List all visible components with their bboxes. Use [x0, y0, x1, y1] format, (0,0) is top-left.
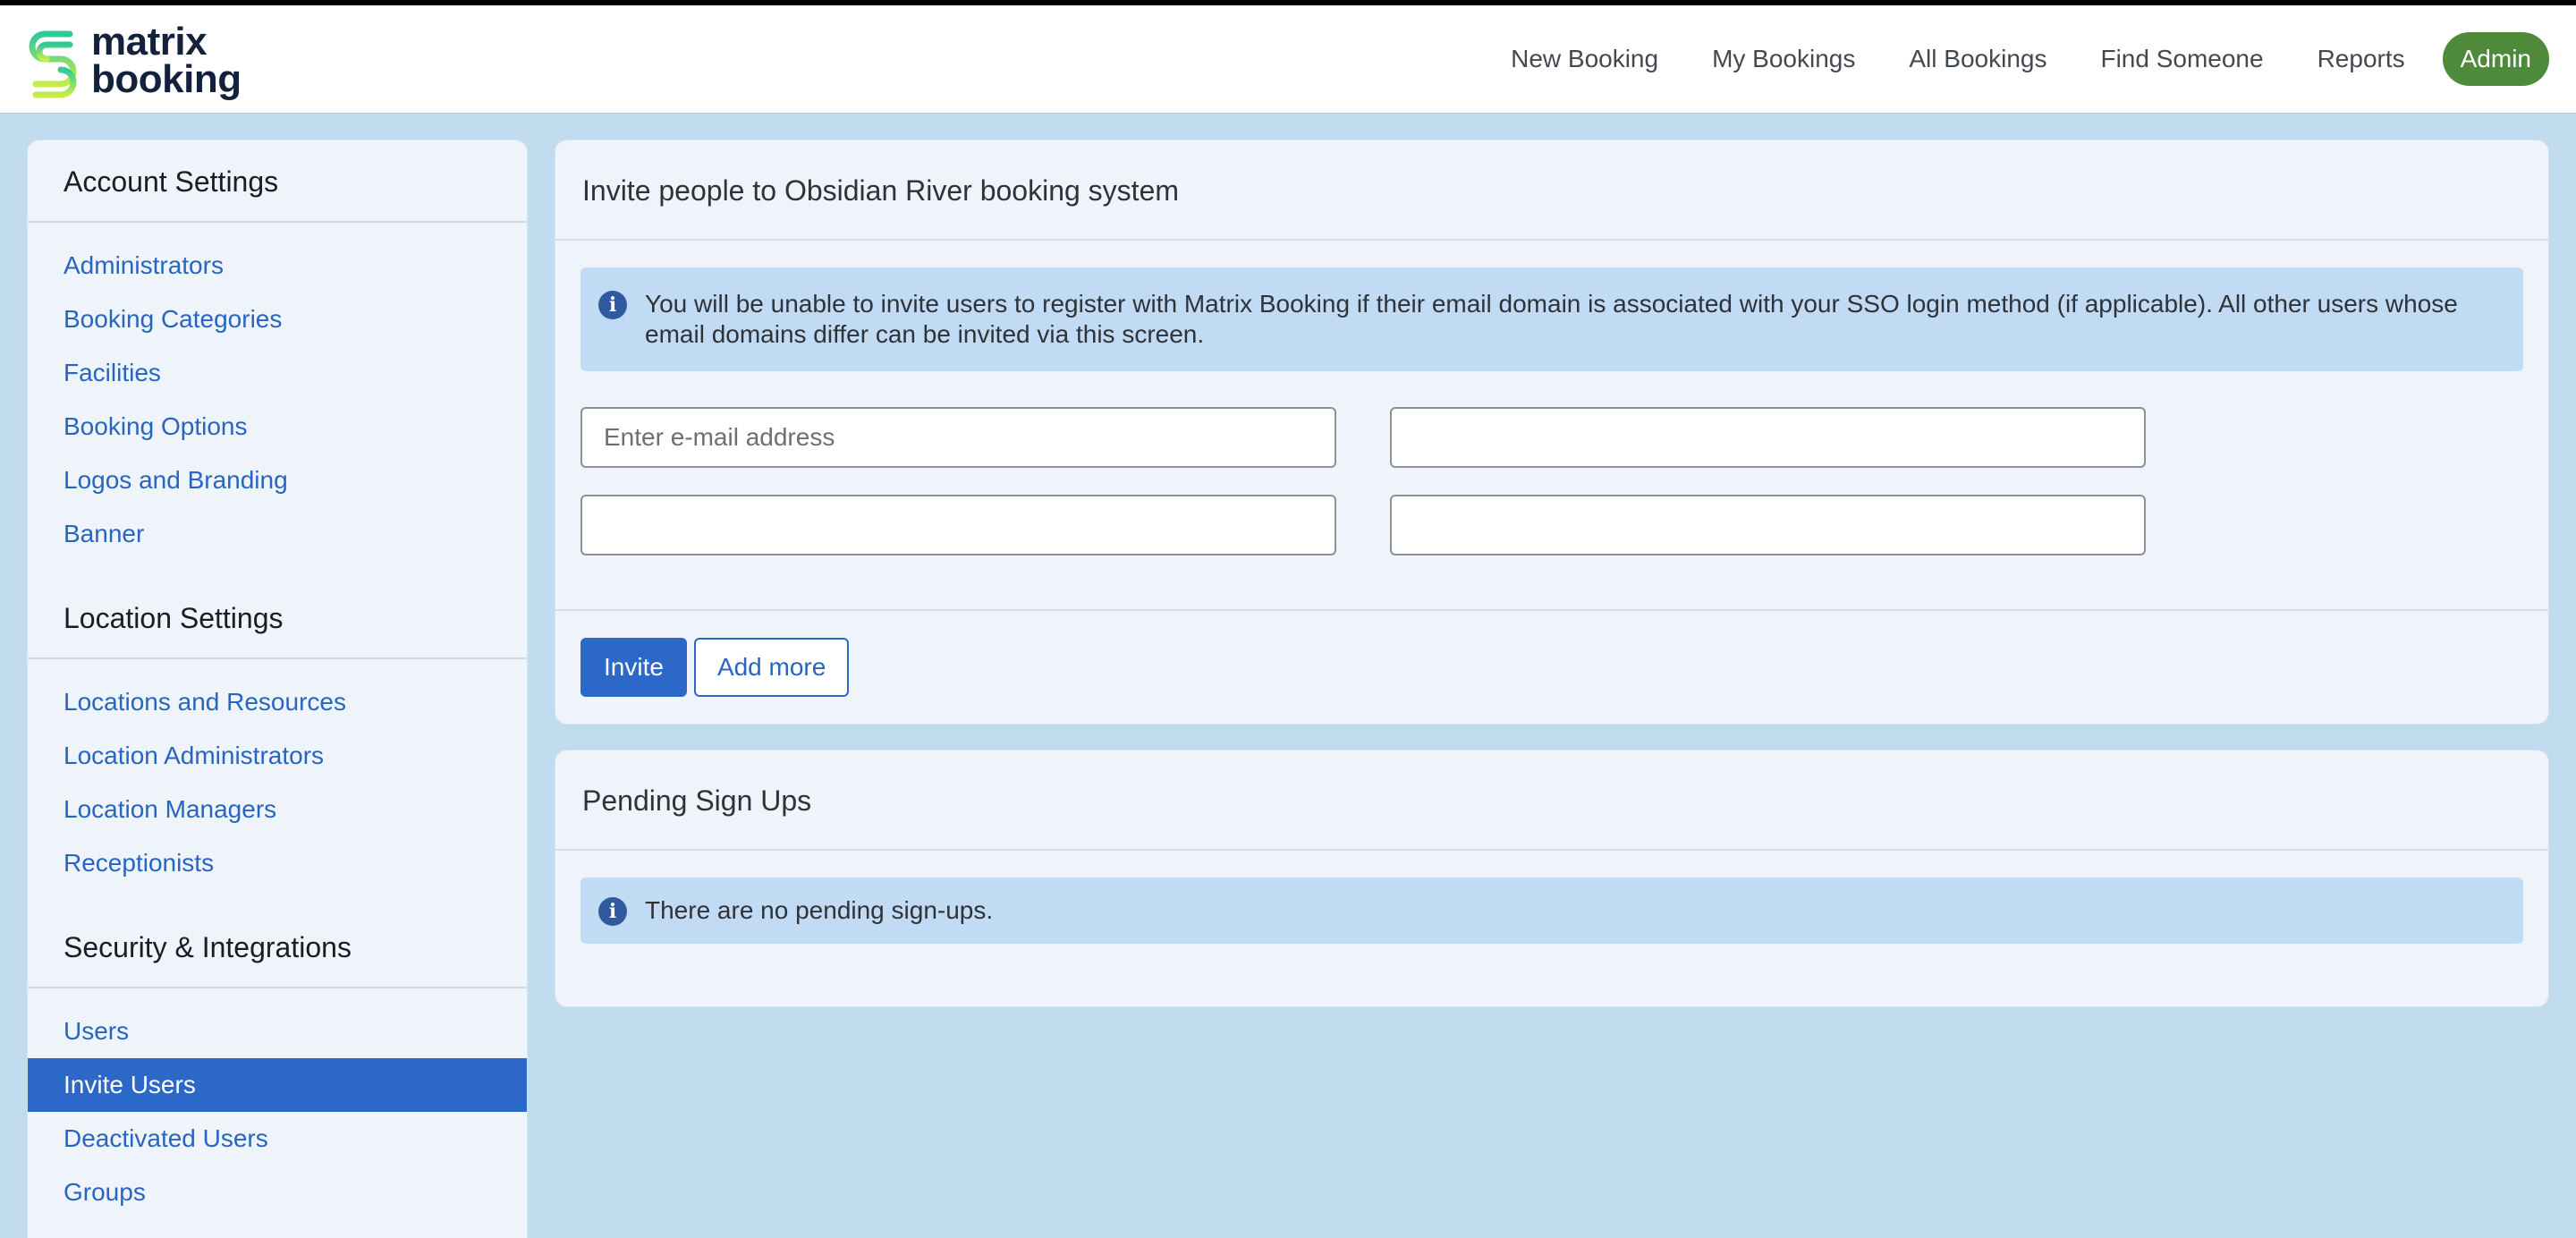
info-icon: i	[598, 897, 627, 926]
sidebar-section-account: Account Settings Administrators Booking …	[28, 140, 527, 577]
sidebar-item-groups[interactable]: Groups	[28, 1166, 527, 1219]
sidebar-list: Locations and Resources Location Adminis…	[28, 659, 527, 906]
sidebar-heading: Account Settings	[28, 140, 527, 223]
email-inputs-grid	[580, 407, 2523, 555]
sidebar-item-administrators[interactable]: Administrators	[28, 239, 527, 293]
sidebar-item-facilities[interactable]: Facilities	[28, 346, 527, 400]
invite-panel-title: Invite people to Obsidian River booking …	[555, 140, 2548, 241]
invite-button[interactable]: Invite	[580, 638, 687, 697]
info-icon: i	[598, 291, 627, 319]
sidebar-section-location: Location Settings Locations and Resource…	[28, 577, 527, 906]
pending-info-text: There are no pending sign-ups.	[645, 896, 994, 924]
sso-info-alert: i You will be unable to invite users to …	[580, 267, 2523, 371]
sidebar-section-security: Security & Integrations Users Invite Use…	[28, 906, 527, 1235]
sidebar-item-booking-categories[interactable]: Booking Categories	[28, 293, 527, 346]
sidebar-item-location-managers[interactable]: Location Managers	[28, 783, 527, 836]
nav-my-bookings[interactable]: My Bookings	[1712, 45, 1855, 73]
nav-all-bookings[interactable]: All Bookings	[1909, 45, 2046, 73]
sidebar-heading: Location Settings	[28, 577, 527, 659]
email-field-2[interactable]	[1390, 407, 2146, 468]
email-field-4[interactable]	[1390, 495, 2146, 555]
nav-new-booking[interactable]: New Booking	[1511, 45, 1658, 73]
sidebar-item-deactivated-users[interactable]: Deactivated Users	[28, 1112, 527, 1166]
main-nav: New Booking My Bookings All Bookings Fin…	[1457, 32, 2549, 86]
pending-panel-title: Pending Sign Ups	[555, 750, 2548, 851]
sidebar-item-receptionists[interactable]: Receptionists	[28, 836, 527, 890]
sidebar-item-booking-options[interactable]: Booking Options	[28, 400, 527, 454]
nav-reports[interactable]: Reports	[2318, 45, 2405, 73]
sidebar-list: Users Invite Users Deactivated Users Gro…	[28, 988, 527, 1235]
sidebar-item-locations-and-resources[interactable]: Locations and Resources	[28, 675, 527, 729]
sidebar-item-banner[interactable]: Banner	[28, 507, 527, 561]
invite-actions: Invite Add more	[555, 611, 2548, 724]
nav-find-someone[interactable]: Find Someone	[2100, 45, 2263, 73]
pending-info-alert: i There are no pending sign-ups.	[580, 878, 2523, 944]
add-more-button[interactable]: Add more	[693, 638, 850, 697]
email-field-1[interactable]	[580, 407, 1336, 468]
admin-button[interactable]: Admin	[2442, 32, 2549, 86]
sidebar-item-users[interactable]: Users	[28, 1005, 527, 1058]
matrix-logo-icon	[29, 30, 77, 98]
sidebar-list: Administrators Booking Categories Facili…	[28, 223, 527, 577]
invite-panel: Invite people to Obsidian River booking …	[555, 140, 2549, 725]
sidebar-heading: Security & Integrations	[28, 906, 527, 988]
logo-line-2: booking	[91, 57, 242, 101]
sso-info-text: You will be unable to invite users to re…	[645, 290, 2458, 348]
sidebar-item-invite-users[interactable]: Invite Users	[28, 1058, 527, 1112]
sidebar-item-logos-and-branding[interactable]: Logos and Branding	[28, 454, 527, 507]
logo-wordmark: matrix booking	[91, 20, 242, 101]
pending-signups-panel: Pending Sign Ups i There are no pending …	[555, 750, 2549, 1007]
sidebar-item-location-administrators[interactable]: Location Administrators	[28, 729, 527, 783]
logo-line-1: matrix	[91, 20, 208, 64]
email-field-3[interactable]	[580, 495, 1336, 555]
top-navigation-bar: matrix booking New Booking My Bookings A…	[0, 0, 2576, 114]
settings-sidebar: Account Settings Administrators Booking …	[27, 140, 528, 1238]
